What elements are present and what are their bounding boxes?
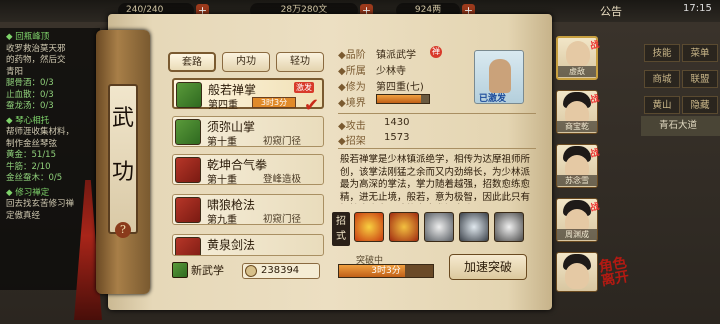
clock: 17:15 (683, 3, 712, 14)
party-member[interactable] (556, 252, 598, 292)
title-char: 武 (111, 106, 134, 131)
avatar (566, 41, 590, 67)
quest-progress: 腿骨酒：0/3 (6, 78, 54, 88)
activated-badge: 激发 (294, 82, 314, 93)
quest-progress: 黄金：51/15 (6, 150, 56, 160)
quest-line: 回去找玄苦修习禅 (6, 199, 75, 209)
moves-label: 招式 (332, 212, 350, 246)
skill-item[interactable]: 啸狼枪法 第九重 初窥门径 (172, 194, 324, 226)
new-skill-label: 新武学 (191, 264, 224, 277)
quest-progress: 牛筋：2/10 (6, 161, 51, 172)
stats-box (338, 113, 536, 149)
quest-title[interactable]: ◆ 回瓶峰顶 (6, 32, 94, 44)
location-label[interactable]: 青石大道 (641, 116, 720, 136)
quest-progress: 金丝蚕木：0/5 (6, 173, 63, 183)
skill-item[interactable]: 须弥山掌 第十重 初窥门径 (172, 116, 324, 148)
check-icon: ✔ (304, 95, 320, 116)
skill-name: 黄泉剑法 (207, 238, 256, 252)
detail-sect: ◆所属 少林寺 (338, 66, 406, 77)
points-value: 238394 (261, 265, 300, 276)
coin-icon (245, 265, 257, 277)
speed-breakthrough-button[interactable]: 加速突破 (449, 254, 527, 280)
skill-level: 第十重 (207, 137, 237, 148)
stat-attack: ◆攻击 1430 (338, 117, 410, 132)
tab-lightness[interactable]: 轻功 (276, 52, 324, 72)
skill-timer: 3时3分 (252, 97, 296, 108)
menu-button[interactable]: 菜单 (682, 44, 718, 62)
quest-line: 青阳 (6, 66, 24, 77)
alliance-button[interactable]: 联盟 (682, 70, 718, 88)
move-icon-fire[interactable] (354, 212, 384, 242)
quest-line: 的药物，然后交 (6, 55, 66, 65)
move-icon-flame[interactable] (389, 212, 419, 242)
title-char: 功 (111, 160, 134, 185)
skill-points: 238394 (242, 263, 320, 279)
skill-book-icon (175, 197, 201, 223)
book-icon (172, 262, 188, 278)
realm-bar (376, 94, 430, 104)
zen-badge: 禅 (430, 46, 442, 58)
avatar (565, 263, 589, 289)
skill-description: 般若禅掌是少林镇派绝学，相传为达摩祖师所创，该掌法刚猛之余而又内劲绵长，为少林派… (340, 154, 531, 203)
help-icon[interactable]: ? (115, 222, 131, 238)
quest-title[interactable]: ◆ 修习禅定 (6, 188, 94, 200)
skill-item[interactable]: 黄泉剑法 (172, 234, 324, 256)
quest-title[interactable]: ◆ 琴心相托 (6, 116, 94, 128)
quest-line: 帮师涯收集材料， (6, 127, 75, 137)
quest-line: 制作金丝琴弦 (6, 138, 58, 149)
skill-rank: 初窥门径 (263, 136, 302, 147)
character-leave-button[interactable]: 角色离开 (598, 255, 632, 289)
shop-button[interactable]: 商城 (644, 70, 680, 88)
move-icon-palm[interactable] (424, 212, 454, 242)
detail-realm: ◆境界 (338, 98, 366, 109)
skill-level: 第四重 (208, 100, 238, 111)
quest-line: 收罗救治莫天邪 (6, 43, 66, 54)
skill-portrait: 已激发 (474, 50, 524, 104)
quest-line: 定傲真经 (6, 210, 41, 221)
stat-parry: ◆招架 1573 (338, 132, 410, 147)
monk-figure (489, 59, 511, 93)
move-icon-wind[interactable] (459, 212, 489, 242)
skill-rank: 登峰造极 (263, 174, 302, 185)
skill-book-icon (175, 119, 201, 145)
skills-button[interactable]: 技能 (644, 44, 680, 62)
hide-button[interactable]: 隐藏 (682, 96, 718, 114)
scroll-title: 武 功 ? (108, 84, 138, 238)
tab-inner[interactable]: 内功 (222, 52, 270, 72)
detail-grade: ◆品阶 镇派武学 (338, 50, 416, 61)
quest-progress: 止血散：0/3 (6, 89, 54, 100)
skill-level: 第九重 (207, 215, 237, 226)
notice-button[interactable]: 公告 (600, 3, 622, 19)
move-icon-vortex[interactable] (494, 212, 524, 242)
new-skill-button[interactable]: 新武学 (172, 262, 224, 278)
skill-level: 第十重 (207, 175, 237, 186)
activated-tag: 已激发 (479, 94, 507, 104)
detail-cultivation: ◆修为 第四重(七) (338, 82, 424, 93)
skill-book-icon (175, 157, 201, 183)
skill-item[interactable]: 乾坤合气拳 第十重 登峰造极 (172, 154, 324, 186)
skill-book-icon (176, 82, 202, 108)
skill-book-icon (175, 237, 201, 255)
skill-item[interactable]: 般若禅掌 激发 第四重 3时3分 (172, 78, 324, 111)
map-button[interactable]: 黄山 (644, 96, 680, 114)
breakthrough-bar: 3时3分 (338, 264, 434, 278)
quest-progress: 蚕龙汤：0/3 (6, 101, 54, 111)
skill-rank: 初窥门径 (263, 214, 302, 225)
tab-routines[interactable]: 套路 (168, 52, 216, 72)
